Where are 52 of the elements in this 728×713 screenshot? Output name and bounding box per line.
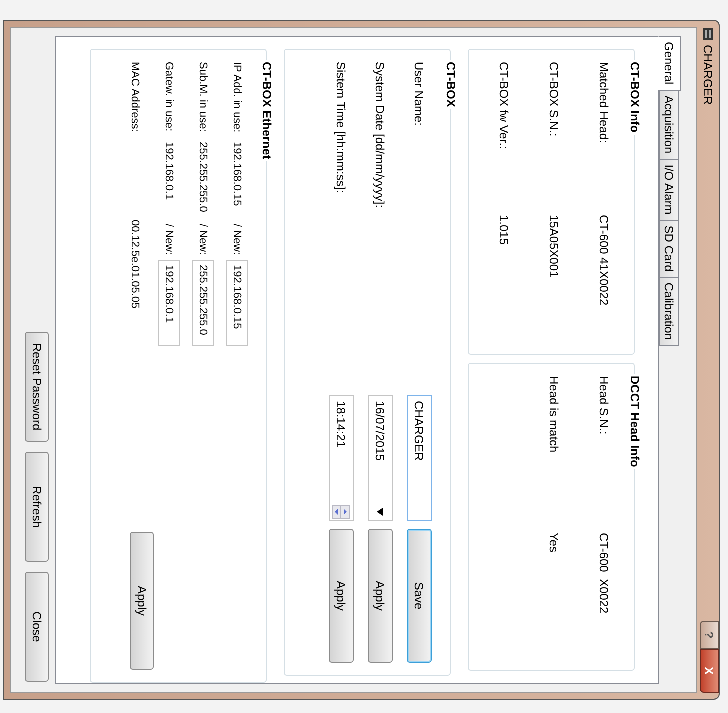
field-label: Sistem Time [hh:mm:ss]: (334, 62, 350, 196)
field-value: 15A05X001 (546, 215, 562, 278)
footer-button[interactable]: Reset Password (25, 332, 49, 442)
group-title: CT-BOX (443, 61, 459, 110)
field-label: Matched Head: (596, 62, 612, 146)
spinner-icon[interactable] (332, 505, 350, 519)
field-label: Head S.N.: (596, 376, 612, 437)
tab[interactable]: Calibration (659, 276, 679, 346)
field-value: 255.255.255.0 (196, 142, 210, 214)
field-label: / New: (162, 224, 176, 258)
field-label: System Date [dd/mm/yyyy]: (372, 62, 388, 210)
tab[interactable]: Acquisition (659, 90, 679, 160)
time-field[interactable]: 18:14:21 (329, 395, 354, 521)
apply-button[interactable]: Apply (329, 529, 354, 663)
window-title: CHARGER (700, 45, 716, 106)
tab[interactable]: SD Card (659, 220, 679, 278)
field-label: Head is match (546, 376, 562, 455)
apply-button[interactable]: Apply (130, 532, 154, 670)
field-label: IP Add. in use: (230, 62, 244, 135)
input-field[interactable]: CHARGER (407, 395, 432, 521)
footer-button[interactable]: Close (25, 572, 49, 682)
date-picker[interactable]: 16/07/2015 (368, 395, 393, 521)
footer-button[interactable]: Refresh (25, 452, 49, 562)
field-value: Yes (546, 533, 562, 553)
field-value: CT-600 X0022 (596, 533, 612, 614)
field-value: CT-600 41X0022 (596, 215, 612, 306)
input-field[interactable]: 192.168.0.15 (226, 260, 248, 346)
save-button[interactable]: Save (407, 529, 432, 663)
field-value: 192.168.0.15 (230, 142, 244, 208)
input-field[interactable]: 255.255.255.0 (192, 260, 214, 346)
field-label: / New: (196, 224, 210, 258)
tab[interactable]: General (658, 36, 681, 91)
apply-button[interactable]: Apply (368, 529, 393, 663)
app-icon (701, 27, 715, 41)
window-close-button[interactable]: X (700, 649, 719, 693)
field-label: MAC Address: (128, 62, 142, 134)
field-value: 00.12.5e.01.05.05 (128, 220, 142, 309)
field-label: Gatew. in use: (162, 62, 176, 134)
field-label: Sub.M. in use: (196, 62, 210, 134)
field-value: 192.168.0.1 (162, 142, 176, 202)
tab[interactable]: I/O Alarm (659, 158, 679, 221)
group-title: DCCT Head Info (627, 375, 643, 470)
field-label: / New: (230, 224, 244, 258)
help-button[interactable]: ? (700, 621, 719, 649)
field-label: CT-BOX S.N.: (546, 62, 562, 139)
field-label: User Name: (412, 62, 428, 128)
dropdown-arrow-icon[interactable] (378, 508, 384, 516)
field-value: 1.015 (496, 215, 512, 246)
input-field[interactable]: 192.168.0.1 (158, 260, 180, 346)
field-label: CT-BOX fw Ver.: (496, 62, 512, 152)
group-title: CT-BOX Info (627, 61, 643, 135)
group-title: CT-BOX Ethernet (259, 61, 275, 162)
